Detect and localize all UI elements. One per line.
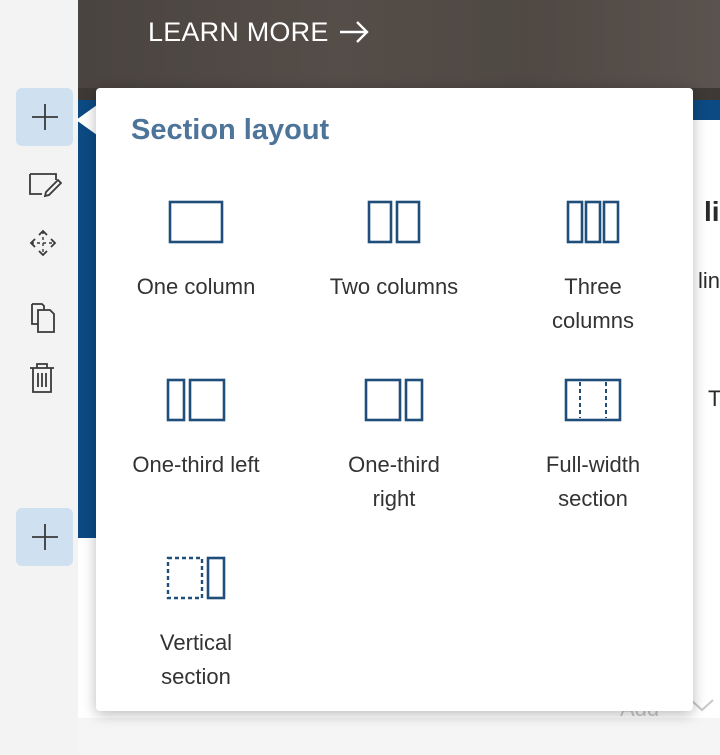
option-label: One-third right xyxy=(348,452,440,511)
learn-more-label: LEARN MORE xyxy=(148,17,329,47)
move-icon[interactable] xyxy=(28,228,58,258)
copy-icon[interactable] xyxy=(28,302,58,334)
edit-icon[interactable] xyxy=(28,168,62,198)
vertical-section-option[interactable]: Vertical section xyxy=(96,556,296,694)
option-label: Vertical section xyxy=(159,630,233,689)
one-third-right-icon xyxy=(364,378,424,422)
partial-text-line: lin xyxy=(698,268,720,293)
two-columns-option[interactable]: Two columns xyxy=(294,200,494,304)
one-third-right-option[interactable]: One-third right xyxy=(294,378,494,516)
option-label: Two columns xyxy=(329,274,459,299)
one-third-left-option[interactable]: One-third left xyxy=(96,378,296,482)
option-label: One column xyxy=(136,274,256,299)
one-third-left-icon xyxy=(166,378,226,422)
plus-icon xyxy=(32,104,58,130)
one-column-option[interactable]: One column xyxy=(96,200,296,304)
three-columns-icon xyxy=(566,200,620,244)
trash-icon[interactable] xyxy=(28,362,56,394)
full-width-section-icon xyxy=(564,378,622,422)
option-label: Three columns xyxy=(552,274,634,333)
learn-more-link[interactable]: LEARN MORE xyxy=(148,17,370,48)
plus-icon xyxy=(32,524,58,550)
add-section-bottom-button[interactable] xyxy=(16,508,73,566)
full-width-section-option[interactable]: Full-width section xyxy=(493,378,693,516)
page-bottom-strip xyxy=(78,718,720,755)
partial-heading: li xyxy=(704,196,720,227)
one-column-icon xyxy=(168,200,224,244)
section-layout-panel: Section layout One column Two columns Th… xyxy=(96,88,693,711)
panel-title: Section layout xyxy=(131,114,330,146)
two-columns-icon xyxy=(367,200,421,244)
option-label: Full-width section xyxy=(545,452,641,511)
add-section-top-button[interactable] xyxy=(16,88,73,146)
option-label: One-third left xyxy=(132,452,260,477)
partial-text-t: T xyxy=(708,386,720,411)
three-columns-option[interactable]: Three columns xyxy=(493,200,693,338)
vertical-section-icon xyxy=(166,556,226,600)
arrow-right-icon xyxy=(340,21,369,43)
